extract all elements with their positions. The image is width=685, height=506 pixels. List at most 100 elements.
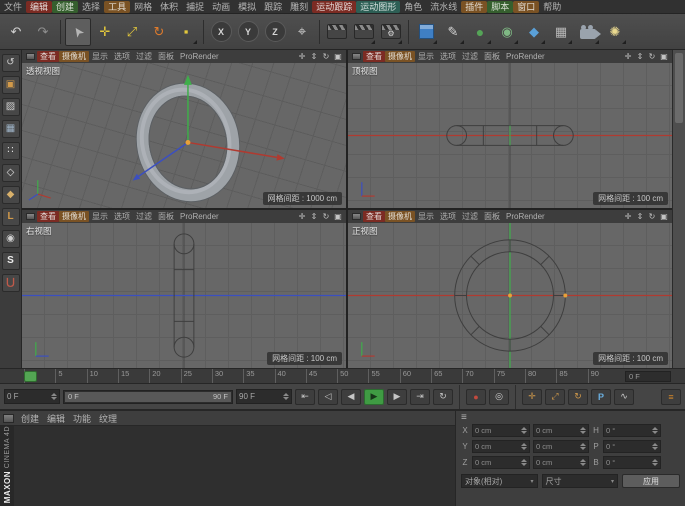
viewport-panel-icon[interactable]: [26, 213, 35, 220]
field-spinner[interactable]: [51, 393, 57, 400]
vp-menu-camera[interactable]: 摄像机: [59, 211, 89, 222]
pan-view-icon[interactable]: ✛: [622, 212, 634, 221]
vp-menu-filter[interactable]: 过滤: [133, 51, 155, 62]
vp-menu-camera[interactable]: 摄像机: [385, 211, 415, 222]
spline-pen-button[interactable]: ✎: [440, 18, 466, 46]
maximize-view-icon[interactable]: ▣: [332, 52, 344, 61]
size-y-field[interactable]: 0 cm: [533, 440, 589, 453]
record-rotation-button[interactable]: ↻: [568, 388, 588, 405]
last-tool-button[interactable]: ▪: [173, 18, 199, 46]
preview-range-slider[interactable]: 0 F 90 F: [63, 389, 233, 404]
vp-menu-prorender[interactable]: ProRender: [177, 51, 222, 62]
material-menu-texture[interactable]: 纹理: [95, 412, 121, 425]
material-menu-function[interactable]: 功能: [69, 412, 95, 425]
size-mode-dropdown[interactable]: 尺寸 ▾: [541, 474, 618, 488]
viewport-panel-icon[interactable]: [352, 213, 361, 220]
menu-mesh[interactable]: 网格: [130, 1, 156, 13]
record-pla-button[interactable]: ∿: [614, 388, 634, 405]
solo-mode-button[interactable]: ◉: [1, 230, 20, 248]
lock-z-axis-button[interactable]: Z: [262, 18, 288, 46]
material-menu-create[interactable]: 创建: [17, 412, 43, 425]
menu-file[interactable]: 文件: [0, 1, 26, 13]
lock-x-axis-button[interactable]: X: [208, 18, 234, 46]
current-frame-field[interactable]: 0 F: [4, 389, 60, 404]
axis-mode-button[interactable]: L: [1, 208, 20, 226]
top-view[interactable]: 顶视图 网格间距 : 100 cm: [348, 63, 672, 208]
vp-menu-camera[interactable]: 摄像机: [59, 51, 89, 62]
vp-menu-camera[interactable]: 摄像机: [385, 51, 415, 62]
field-spinner[interactable]: [521, 443, 527, 450]
transform-mode-dropdown[interactable]: 对象(相对) ▾: [461, 474, 538, 488]
quantize-button[interactable]: ⋃: [1, 274, 20, 292]
field-spinner[interactable]: [521, 459, 527, 466]
field-spinner[interactable]: [580, 459, 586, 466]
record-position-button[interactable]: ✛: [522, 388, 542, 405]
top-canvas[interactable]: [348, 63, 672, 208]
menu-mograph[interactable]: 运动图形: [356, 0, 401, 13]
vp-menu-options[interactable]: 选项: [111, 211, 133, 222]
field-spinner[interactable]: [652, 443, 658, 450]
zoom-view-icon[interactable]: ⇕: [308, 52, 320, 61]
render-settings-button[interactable]: ⚙: [378, 18, 404, 46]
light-button[interactable]: ✺: [602, 18, 628, 46]
perspective-canvas[interactable]: [22, 63, 346, 208]
goto-start-button[interactable]: ⇤: [295, 388, 315, 405]
front-view[interactable]: 正视图 网格间距 : 100 cm: [348, 223, 672, 368]
undo-button[interactable]: ↶: [3, 18, 29, 46]
lock-y-axis-button[interactable]: Y: [235, 18, 261, 46]
apply-button[interactable]: 应用: [622, 474, 680, 488]
make-editable-button[interactable]: ↺: [1, 54, 20, 72]
menu-track[interactable]: 跟踪: [260, 1, 286, 13]
menu-help[interactable]: 帮助: [539, 1, 565, 13]
workplane-mode-button[interactable]: ▦: [1, 120, 20, 138]
next-frame-button[interactable]: ▶: [387, 388, 407, 405]
vp-menu-options[interactable]: 选项: [111, 51, 133, 62]
front-canvas[interactable]: [348, 223, 672, 368]
position-z-field[interactable]: 0 cm: [472, 456, 530, 469]
generators-button[interactable]: ◉: [494, 18, 520, 46]
menu-window[interactable]: 窗口: [513, 0, 540, 13]
move-tool-button[interactable]: ✛: [92, 18, 118, 46]
vp-menu-display[interactable]: 显示: [415, 51, 437, 62]
menu-character[interactable]: 角色: [400, 1, 426, 13]
rotate-tool-button[interactable]: ↻: [146, 18, 172, 46]
polygons-mode-button[interactable]: ◆: [1, 186, 20, 204]
redo-button[interactable]: ↷: [30, 18, 56, 46]
playhead[interactable]: [24, 371, 37, 382]
record-keyframe-button[interactable]: ●: [466, 388, 486, 405]
zoom-view-icon[interactable]: ⇕: [634, 52, 646, 61]
snap-button[interactable]: S: [1, 252, 20, 270]
menu-simulate[interactable]: 模拟: [234, 1, 260, 13]
vp-menu-filter[interactable]: 过滤: [459, 51, 481, 62]
rotation-p-field[interactable]: 0 °: [603, 440, 661, 453]
perspective-view[interactable]: 透视视图 网格间距 : 1000 cm: [22, 63, 346, 208]
menu-script[interactable]: 脚本: [487, 0, 514, 13]
live-selection-button[interactable]: ➤: [65, 17, 91, 46]
prev-key-button[interactable]: ◁: [318, 388, 338, 405]
autokey-button[interactable]: ◎: [489, 388, 509, 405]
pan-view-icon[interactable]: ✛: [622, 52, 634, 61]
vp-menu-options[interactable]: 选项: [437, 211, 459, 222]
vp-menu-display[interactable]: 显示: [89, 51, 111, 62]
field-spinner[interactable]: [521, 427, 527, 434]
rotation-b-field[interactable]: 0 °: [603, 456, 661, 469]
add-cube-button[interactable]: [413, 18, 439, 46]
zoom-view-icon[interactable]: ⇕: [308, 212, 320, 221]
size-x-field[interactable]: 0 cm: [533, 424, 589, 437]
edges-mode-button[interactable]: ◇: [1, 164, 20, 182]
position-x-field[interactable]: 0 cm: [472, 424, 530, 437]
deformers-button[interactable]: ◆: [521, 18, 547, 46]
vp-menu-prorender[interactable]: ProRender: [503, 211, 548, 222]
rotate-view-icon[interactable]: ↻: [320, 52, 332, 61]
coords-menu-icon[interactable]: ≡: [461, 412, 467, 423]
rotate-view-icon[interactable]: ↻: [320, 212, 332, 221]
vp-menu-view[interactable]: 查看: [37, 211, 59, 222]
vp-menu-prorender[interactable]: ProRender: [177, 211, 222, 222]
scale-tool-button[interactable]: ⤢: [119, 18, 145, 46]
play-button[interactable]: ▶: [364, 388, 384, 405]
rotate-view-icon[interactable]: ↻: [646, 212, 658, 221]
vp-menu-options[interactable]: 选项: [437, 51, 459, 62]
maximize-view-icon[interactable]: ▣: [658, 212, 670, 221]
menu-snap[interactable]: 捕捉: [182, 1, 208, 13]
coord-system-button[interactable]: ⌖: [289, 18, 315, 46]
